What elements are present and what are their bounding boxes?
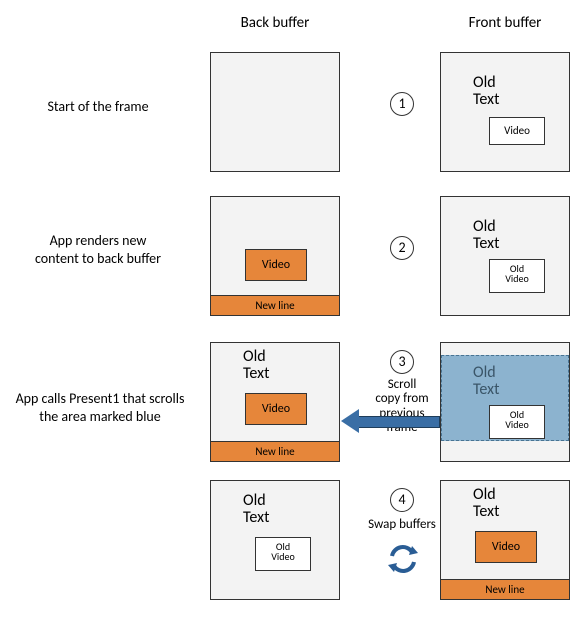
video-orange-box: Video	[475, 531, 537, 563]
old-text-label: Old Text	[473, 487, 499, 521]
old-text-label: Old Text	[243, 349, 269, 383]
row-label-1: Start of the frame	[8, 98, 188, 116]
front-buffer-4: Old Text Video New line	[440, 480, 570, 600]
back-buffer-4: Old Text Old Video	[210, 480, 340, 600]
old-video-box: Old Video	[255, 537, 311, 571]
swap-icon	[386, 542, 420, 576]
back-buffer-1	[210, 52, 340, 172]
step-marker-3: 3	[390, 350, 414, 374]
old-text-label: Old Text	[473, 365, 499, 399]
step-marker-1: 1	[390, 92, 414, 116]
step-marker-2: 2	[390, 236, 414, 260]
front-buffer-3: Old Text Old Video	[440, 342, 570, 462]
new-line-bar: New line	[211, 441, 339, 461]
video-orange-box: Video	[245, 393, 307, 425]
row-label-2: App renders new content to back buffer	[8, 232, 188, 267]
old-text-label: Old Text	[473, 219, 499, 253]
new-line-bar: New line	[211, 295, 339, 315]
new-line-bar: New line	[441, 579, 569, 599]
front-buffer-1: Old Text Video	[440, 52, 570, 172]
diagram-stage: Back buffer Front buffer Start of the fr…	[0, 0, 580, 618]
video-box: Video	[489, 117, 545, 145]
front-buffer-2: Old Text Old Video	[440, 196, 570, 316]
step-caption-4: Swap buffers	[358, 518, 446, 532]
old-text-label: Old Text	[243, 493, 269, 527]
col-header-front: Front buffer	[440, 14, 570, 32]
row-label-3: App calls Present1 that scrolls the area…	[0, 390, 200, 425]
scroll-copy-arrow	[358, 416, 440, 428]
video-orange-box: Video	[245, 249, 307, 281]
old-text-label: Old Text	[473, 75, 499, 109]
col-header-back: Back buffer	[210, 14, 340, 32]
step-marker-4: 4	[390, 488, 414, 512]
old-video-box: Old Video	[489, 405, 545, 439]
back-buffer-3: Old Text Video New line	[210, 342, 340, 462]
old-video-box: Old Video	[489, 259, 545, 293]
back-buffer-2: Video New line	[210, 196, 340, 316]
